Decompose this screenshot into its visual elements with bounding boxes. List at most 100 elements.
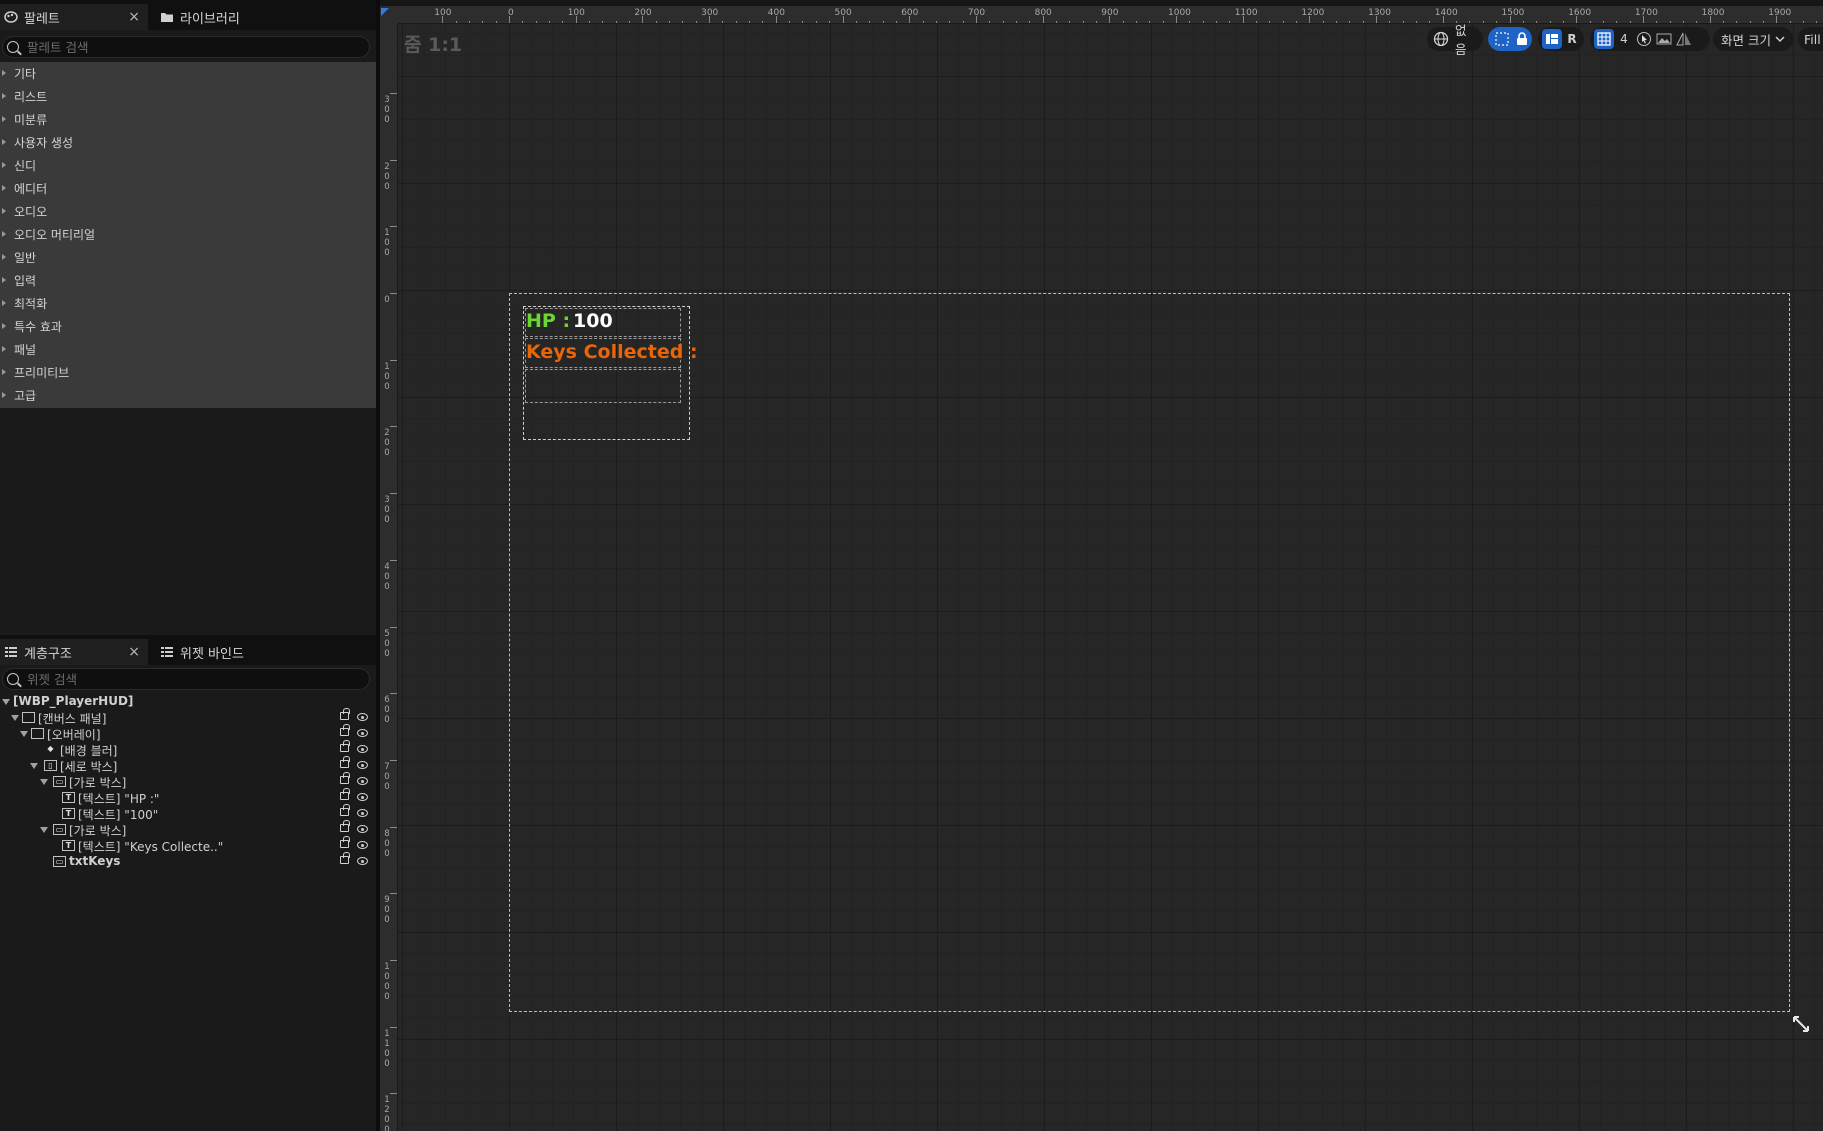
hierarchy-node[interactable]: ▭ txtKeys — [0, 852, 376, 870]
cursor-icon[interactable] — [1634, 29, 1654, 49]
expand-arrow-icon[interactable] — [2, 699, 10, 705]
eye-icon[interactable] — [357, 713, 368, 721]
expand-arrow-icon[interactable] — [2, 369, 6, 375]
respect-lock-button[interactable]: R — [1562, 29, 1582, 49]
palette-category[interactable]: 특수 효과 — [0, 315, 376, 338]
respect-lock-group[interactable]: R — [1538, 27, 1584, 51]
palette-search[interactable] — [2, 36, 370, 58]
hierarchy-search[interactable] — [2, 668, 370, 690]
hierarchy-node[interactable]: T [텍스트] "Keys Collecte.." — [0, 836, 376, 854]
palette-category[interactable]: 입력 — [0, 269, 376, 292]
palette-category[interactable]: 에디터 — [0, 177, 376, 200]
expand-arrow-icon[interactable] — [11, 715, 19, 721]
close-icon[interactable]: × — [128, 9, 140, 25]
hierarchy-node[interactable]: T [텍스트] "100" — [0, 804, 376, 822]
expand-arrow-icon[interactable] — [2, 254, 6, 260]
tab-hierarchy[interactable]: 계층구조 × — [0, 639, 148, 665]
expand-arrow-icon[interactable] — [2, 300, 6, 306]
eye-icon[interactable] — [357, 841, 368, 849]
unlock-icon[interactable] — [340, 836, 350, 848]
hierarchy-node[interactable]: [오버레이] — [0, 724, 376, 742]
lock-icon[interactable] — [1512, 29, 1532, 49]
palette-category[interactable]: 미분류 — [0, 108, 376, 131]
unlock-icon[interactable] — [340, 788, 350, 800]
expand-arrow-icon[interactable] — [30, 763, 38, 769]
expand-arrow-icon[interactable] — [2, 208, 6, 214]
hierarchy-node[interactable]: ◆ [배경 블러] — [0, 740, 376, 758]
expand-arrow-icon[interactable] — [2, 185, 6, 191]
expand-arrow-icon[interactable] — [2, 323, 6, 329]
globe-icon[interactable] — [1431, 29, 1451, 49]
eye-icon[interactable] — [357, 809, 368, 817]
hierarchy-node[interactable]: ▯ [세로 박스] — [0, 756, 376, 774]
expand-arrow-icon[interactable] — [2, 70, 6, 76]
expand-arrow-icon[interactable] — [2, 277, 6, 283]
localization-dropdown[interactable]: 없음 — [1451, 20, 1479, 58]
tab-palette[interactable]: 팔레트 × — [0, 4, 148, 30]
palette-category[interactable]: 최적화 — [0, 292, 376, 315]
dashed-rect-icon[interactable] — [1492, 29, 1512, 49]
localization-preview-group[interactable]: 없음 — [1427, 23, 1483, 57]
expand-arrow-icon[interactable] — [2, 231, 6, 237]
expand-arrow-icon[interactable] — [2, 139, 6, 145]
hp-label-text[interactable]: HP : — [526, 310, 570, 332]
tab-library[interactable]: 라이브러리 — [156, 4, 306, 30]
hierarchy-node[interactable]: ▭ [가로 박스] — [0, 772, 376, 790]
eye-icon[interactable] — [357, 793, 368, 801]
fill-mode-dropdown[interactable]: Fill S — [1798, 27, 1823, 51]
expand-arrow-icon[interactable] — [2, 116, 6, 122]
hierarchy-search-input[interactable] — [27, 671, 347, 687]
dpi-lock-group[interactable] — [1488, 27, 1532, 51]
expand-arrow-icon[interactable] — [2, 162, 6, 168]
palette-category[interactable]: 기타 — [0, 62, 376, 85]
flip-icon[interactable] — [1674, 29, 1694, 49]
layout-icon[interactable] — [1542, 29, 1562, 49]
eye-icon[interactable] — [357, 857, 368, 865]
palette-category[interactable]: 리스트 — [0, 85, 376, 108]
screen-size-dropdown[interactable]: 화면 크기 — [1713, 27, 1793, 51]
grid-icon[interactable] — [1594, 29, 1614, 49]
hierarchy-node[interactable]: T [텍스트] "HP :" — [0, 788, 376, 806]
background-image-icon[interactable] — [1654, 29, 1674, 49]
palette-category[interactable]: 오디오 머티리얼 — [0, 223, 376, 246]
unlock-icon[interactable] — [340, 772, 350, 784]
expand-arrow-icon[interactable] — [20, 731, 28, 737]
eye-icon[interactable] — [357, 761, 368, 769]
hierarchy-node[interactable]: [캔버스 패널] — [0, 708, 376, 726]
palette-category[interactable]: 일반 — [0, 246, 376, 269]
hierarchy-root[interactable]: [WBP_PlayerHUD] — [0, 694, 376, 710]
expand-arrow-icon[interactable] — [40, 827, 48, 833]
designer-canvas[interactable]: 100 0 100 200 300 400 500 600 700 800 900 1000 1100 1… — [380, 0, 1823, 1131]
expand-arrow-icon[interactable] — [2, 346, 6, 352]
eye-icon[interactable] — [357, 729, 368, 737]
grid-snap-group[interactable]: 4 — [1590, 27, 1710, 51]
palette-category[interactable]: 프리미티브 — [0, 361, 376, 384]
expand-arrow-icon[interactable] — [2, 93, 6, 99]
palette-category[interactable]: 오디오 — [0, 200, 376, 223]
close-icon[interactable]: × — [128, 644, 140, 660]
palette-search-input[interactable] — [27, 39, 347, 55]
expand-arrow-icon[interactable] — [2, 392, 6, 398]
tab-widget-bindings[interactable]: 위젯 바인드 — [156, 639, 306, 665]
eye-icon[interactable] — [357, 825, 368, 833]
hp-value-text[interactable]: 100 — [573, 310, 613, 332]
palette-category[interactable]: 패널 — [0, 338, 376, 361]
eye-icon[interactable] — [357, 777, 368, 785]
keys-collected-text[interactable]: Keys Collected : — [526, 341, 698, 363]
unlock-icon[interactable] — [340, 740, 350, 752]
unlock-icon[interactable] — [340, 756, 350, 768]
palette-category[interactable]: 사용자 생성 — [0, 131, 376, 154]
txtkeys-outline[interactable] — [525, 369, 681, 403]
hierarchy-node[interactable]: ▭ [가로 박스] — [0, 820, 376, 838]
resize-icon[interactable] — [1792, 1015, 1812, 1035]
grid-size-value[interactable]: 4 — [1614, 29, 1634, 49]
unlock-icon[interactable] — [340, 724, 350, 736]
unlock-icon[interactable] — [340, 852, 350, 864]
palette-category[interactable]: 고급 — [0, 384, 376, 407]
unlock-icon[interactable] — [340, 820, 350, 832]
eye-icon[interactable] — [357, 745, 368, 753]
unlock-icon[interactable] — [340, 708, 350, 720]
palette-category[interactable]: 신디 — [0, 154, 376, 177]
unlock-icon[interactable] — [340, 804, 350, 816]
expand-arrow-icon[interactable] — [40, 779, 48, 785]
